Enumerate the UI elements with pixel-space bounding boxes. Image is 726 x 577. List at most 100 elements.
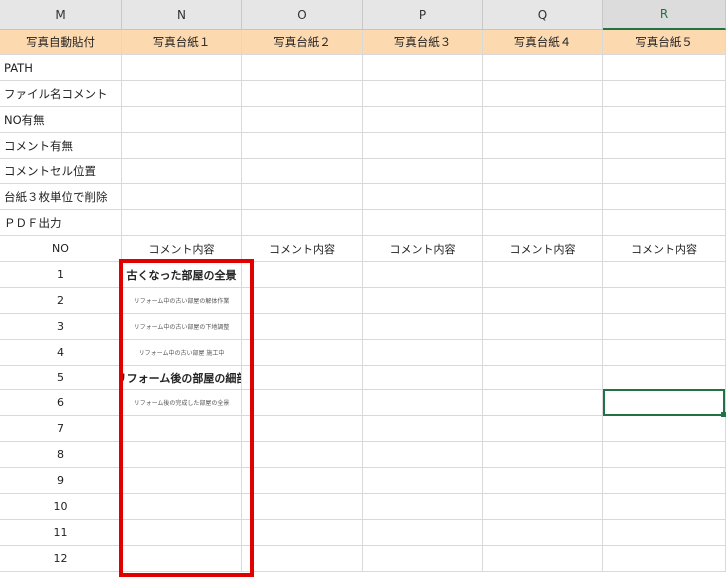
- setting-cell[interactable]: [242, 107, 363, 133]
- comment-cell[interactable]: リフォーム中の古い部屋 施工中: [122, 340, 242, 366]
- column-header-q[interactable]: Q: [483, 0, 603, 30]
- empty-cell[interactable]: [242, 520, 363, 546]
- empty-cell[interactable]: [483, 314, 603, 340]
- column-header-m[interactable]: M: [0, 0, 122, 30]
- empty-cell[interactable]: [483, 494, 603, 520]
- setting-cell[interactable]: [483, 81, 603, 107]
- setting-cell[interactable]: [363, 81, 483, 107]
- empty-cell[interactable]: [483, 390, 603, 416]
- column-header-r[interactable]: R: [603, 0, 726, 30]
- row-number[interactable]: 9: [0, 468, 122, 494]
- empty-cell[interactable]: [603, 288, 726, 314]
- comment-cell[interactable]: リフォーム中の古い部屋の解体作業: [122, 288, 242, 314]
- setting-cell[interactable]: [603, 184, 726, 210]
- setting-cell[interactable]: [483, 107, 603, 133]
- empty-cell[interactable]: [603, 366, 726, 390]
- empty-cell[interactable]: [242, 442, 363, 468]
- setting-cell[interactable]: [122, 184, 242, 210]
- empty-cell[interactable]: [242, 468, 363, 494]
- photo-sheet-header-5[interactable]: 写真台紙５: [603, 30, 726, 55]
- auto-paste-header[interactable]: 写真自動貼付: [0, 30, 122, 55]
- comment-cell[interactable]: リフォーム後の完成した部屋の全景: [122, 390, 242, 416]
- empty-cell[interactable]: [242, 494, 363, 520]
- setting-cell[interactable]: [242, 55, 363, 81]
- empty-cell[interactable]: [242, 390, 363, 416]
- row-number[interactable]: 7: [0, 416, 122, 442]
- empty-cell[interactable]: [122, 520, 242, 546]
- empty-cell[interactable]: [363, 416, 483, 442]
- empty-cell[interactable]: [363, 340, 483, 366]
- setting-cell[interactable]: [483, 184, 603, 210]
- no-header[interactable]: NO: [0, 236, 122, 262]
- fill-handle[interactable]: [721, 412, 726, 417]
- empty-cell[interactable]: [603, 468, 726, 494]
- column-header-o[interactable]: O: [242, 0, 363, 30]
- setting-cell[interactable]: [242, 159, 363, 184]
- empty-cell[interactable]: [603, 416, 726, 442]
- row-number[interactable]: 5: [0, 366, 122, 390]
- setting-label-2[interactable]: ファイル名コメント: [0, 81, 122, 107]
- empty-cell[interactable]: [242, 416, 363, 442]
- setting-label-4[interactable]: コメント有無: [0, 133, 122, 159]
- setting-cell[interactable]: [242, 133, 363, 159]
- setting-cell[interactable]: [363, 159, 483, 184]
- row-number[interactable]: 12: [0, 546, 122, 572]
- comment-header-1[interactable]: コメント内容: [122, 236, 242, 262]
- empty-cell[interactable]: [603, 340, 726, 366]
- empty-cell[interactable]: [122, 546, 242, 572]
- setting-label-5[interactable]: コメントセル位置: [0, 159, 122, 184]
- setting-cell[interactable]: [483, 210, 603, 236]
- photo-sheet-header-2[interactable]: 写真台紙２: [242, 30, 363, 55]
- setting-cell[interactable]: [363, 55, 483, 81]
- empty-cell[interactable]: [122, 494, 242, 520]
- setting-cell[interactable]: [363, 184, 483, 210]
- setting-label-3[interactable]: NO有無: [0, 107, 122, 133]
- setting-cell[interactable]: [603, 55, 726, 81]
- empty-cell[interactable]: [363, 494, 483, 520]
- empty-cell[interactable]: [242, 262, 363, 288]
- setting-cell[interactable]: [242, 184, 363, 210]
- comment-cell[interactable]: リフォーム後の部屋の細部: [122, 366, 242, 390]
- setting-cell[interactable]: [363, 107, 483, 133]
- photo-sheet-header-4[interactable]: 写真台紙４: [483, 30, 603, 55]
- comment-cell[interactable]: リフォーム中の古い部屋の下地調整: [122, 314, 242, 340]
- comment-header-5[interactable]: コメント内容: [603, 236, 726, 262]
- photo-sheet-header-3[interactable]: 写真台紙３: [363, 30, 483, 55]
- setting-label-1[interactable]: PATH: [0, 55, 122, 81]
- empty-cell[interactable]: [363, 390, 483, 416]
- empty-cell[interactable]: [122, 416, 242, 442]
- empty-cell[interactable]: [363, 546, 483, 572]
- row-number[interactable]: 8: [0, 442, 122, 468]
- setting-cell[interactable]: [483, 159, 603, 184]
- empty-cell[interactable]: [242, 340, 363, 366]
- row-number[interactable]: 2: [0, 288, 122, 314]
- setting-cell[interactable]: [603, 133, 726, 159]
- empty-cell[interactable]: [603, 520, 726, 546]
- empty-cell[interactable]: [363, 520, 483, 546]
- empty-cell[interactable]: [483, 442, 603, 468]
- setting-cell[interactable]: [363, 210, 483, 236]
- empty-cell[interactable]: [363, 366, 483, 390]
- empty-cell[interactable]: [603, 546, 726, 572]
- setting-cell[interactable]: [122, 107, 242, 133]
- row-number[interactable]: 3: [0, 314, 122, 340]
- empty-cell[interactable]: [483, 366, 603, 390]
- empty-cell[interactable]: [122, 442, 242, 468]
- empty-cell[interactable]: [483, 340, 603, 366]
- comment-header-2[interactable]: コメント内容: [242, 236, 363, 262]
- setting-cell[interactable]: [122, 133, 242, 159]
- setting-label-6[interactable]: 台紙３枚単位で削除: [0, 184, 122, 210]
- empty-cell[interactable]: [483, 468, 603, 494]
- row-number[interactable]: 4: [0, 340, 122, 366]
- setting-cell[interactable]: [122, 81, 242, 107]
- empty-cell[interactable]: [603, 494, 726, 520]
- empty-cell[interactable]: [483, 288, 603, 314]
- empty-cell[interactable]: [363, 288, 483, 314]
- row-number[interactable]: 1: [0, 262, 122, 288]
- setting-cell[interactable]: [603, 81, 726, 107]
- empty-cell[interactable]: [603, 262, 726, 288]
- empty-cell[interactable]: [483, 262, 603, 288]
- empty-cell[interactable]: [242, 366, 363, 390]
- row-number[interactable]: 6: [0, 390, 122, 416]
- empty-cell[interactable]: [483, 416, 603, 442]
